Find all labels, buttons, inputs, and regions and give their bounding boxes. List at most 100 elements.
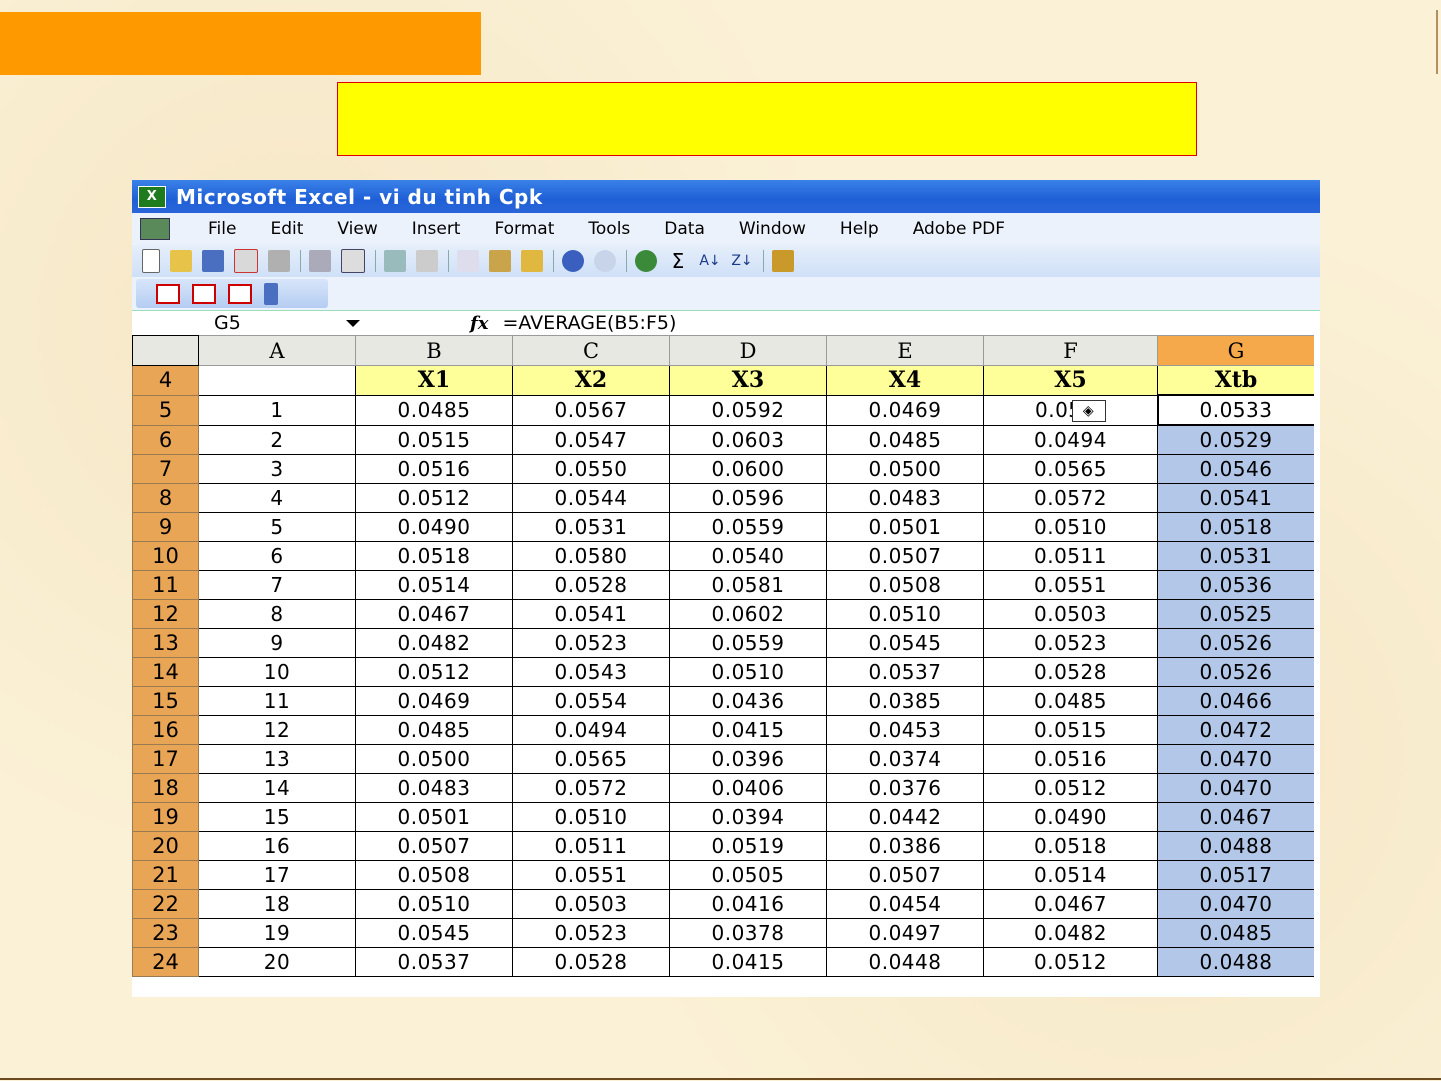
cell[interactable]: 0.0528 — [512, 947, 670, 977]
cell[interactable]: 0.0545 — [355, 918, 513, 948]
convert-and-review-pdf-icon[interactable] — [228, 283, 252, 304]
row-header[interactable]: 16 — [132, 715, 199, 745]
column-header-g[interactable]: G — [1157, 335, 1315, 366]
cell[interactable]: 0.0592 — [669, 394, 827, 426]
cell[interactable]: 2 — [198, 424, 356, 455]
cell[interactable]: 0.0396 — [669, 744, 827, 774]
cell[interactable]: 0.0505 — [669, 860, 827, 890]
cell[interactable]: 7 — [198, 570, 356, 600]
row-header[interactable]: 11 — [132, 570, 199, 600]
insert-function-icon[interactable]: fx — [470, 313, 488, 334]
cell[interactable]: 0.0565 — [983, 454, 1158, 484]
cell[interactable]: 0.0385 — [826, 686, 984, 716]
cell[interactable]: 6 — [198, 541, 356, 571]
cell[interactable]: 0.0483 — [355, 773, 513, 803]
error-check-icon[interactable]: ◈ — [1071, 400, 1106, 423]
row-header[interactable]: 13 — [132, 628, 199, 658]
selected-cell[interactable]: 0.0470 — [1157, 889, 1315, 919]
cell[interactable]: 0.0540 — [669, 541, 827, 571]
cell[interactable]: 0.0514 — [355, 570, 513, 600]
research-icon[interactable] — [384, 250, 406, 272]
selected-cell[interactable]: 0.0467 — [1157, 802, 1315, 832]
hyperlink-icon[interactable] — [635, 250, 657, 272]
cell[interactable]: 10 — [198, 657, 356, 687]
cell[interactable]: 0.0510 — [512, 802, 670, 832]
header-cell[interactable] — [198, 365, 356, 396]
cell[interactable]: 0.0467 — [983, 889, 1158, 919]
cell[interactable]: 0.0514 — [983, 860, 1158, 890]
cell[interactable]: 0.0567 — [512, 394, 670, 426]
cell[interactable]: 0.0378 — [669, 918, 827, 948]
cell[interactable]: 15 — [198, 802, 356, 832]
cell[interactable]: 0.0518 — [355, 541, 513, 571]
cell[interactable]: 0.0531 — [512, 512, 670, 542]
menu-data[interactable]: Data — [664, 219, 705, 239]
column-header-d[interactable]: D — [669, 335, 827, 366]
cell[interactable]: 12 — [198, 715, 356, 745]
cell[interactable]: 0.0469 — [355, 686, 513, 716]
cell[interactable]: 0.0482 — [983, 918, 1158, 948]
cell[interactable]: 0.0508 — [826, 570, 984, 600]
chart-wizard-icon[interactable] — [772, 250, 794, 272]
menu-tools[interactable]: Tools — [588, 219, 630, 239]
cell[interactable]: 0.0523 — [983, 628, 1158, 658]
cell[interactable]: 0.0415 — [669, 715, 827, 745]
selected-cell[interactable]: 0.0470 — [1157, 773, 1315, 803]
cell[interactable]: 0.0580 — [512, 541, 670, 571]
active-cell[interactable]: 0.0533 — [1156, 394, 1316, 426]
new-icon[interactable] — [142, 249, 160, 273]
cell[interactable]: 0.0482 — [355, 628, 513, 658]
select-all-corner[interactable] — [132, 335, 199, 366]
cell[interactable]: 8 — [198, 599, 356, 629]
cell[interactable]: 9 — [198, 628, 356, 658]
header-cell[interactable]: X4 — [826, 365, 984, 396]
cell[interactable]: 0.0448 — [826, 947, 984, 977]
cell[interactable]: 18 — [198, 889, 356, 919]
header-cell[interactable]: X5 — [983, 365, 1158, 396]
row-header[interactable]: 20 — [132, 831, 199, 861]
row-header[interactable]: 12 — [132, 599, 199, 629]
cell[interactable]: 0.0547 — [512, 424, 670, 455]
menu-help[interactable]: Help — [840, 219, 879, 239]
row-header[interactable]: 18 — [132, 773, 199, 803]
column-header-f[interactable]: F — [983, 335, 1158, 366]
menu-insert[interactable]: Insert — [412, 219, 461, 239]
menu-format[interactable]: Format — [494, 219, 554, 239]
cell[interactable]: 0.0416 — [669, 889, 827, 919]
cell[interactable]: 0.0508 — [355, 860, 513, 890]
selected-cell[interactable]: 0.0526 — [1157, 657, 1315, 687]
cell[interactable]: 0.0507 — [355, 831, 513, 861]
cell[interactable]: 0.0415 — [669, 947, 827, 977]
menu-file[interactable]: File — [208, 219, 236, 239]
row-header[interactable]: 8 — [132, 483, 199, 513]
column-header-c[interactable]: C — [512, 335, 670, 366]
header-cell[interactable]: Xtb — [1157, 365, 1315, 396]
cell[interactable]: 5 — [198, 512, 356, 542]
format-painter-icon[interactable] — [521, 250, 543, 272]
row-header[interactable]: 14 — [132, 657, 199, 687]
cell[interactable]: 0.0376 — [826, 773, 984, 803]
cell[interactable]: 0.0554 — [512, 686, 670, 716]
cell[interactable]: 0.0454 — [826, 889, 984, 919]
cell[interactable]: 0.0512 — [355, 657, 513, 687]
sort-descending-icon[interactable]: Z↓ — [731, 250, 753, 272]
cell[interactable]: 13 — [198, 744, 356, 774]
cell[interactable]: 0.0510 — [669, 657, 827, 687]
undo-icon[interactable] — [562, 250, 584, 272]
chevron-down-icon[interactable] — [346, 320, 360, 327]
cell[interactable]: 0.0494 — [983, 424, 1158, 455]
cell[interactable]: 0.0545 — [826, 628, 984, 658]
cell[interactable]: 0.0453 — [826, 715, 984, 745]
save-icon[interactable] — [202, 250, 224, 272]
cell[interactable]: 0.0436 — [669, 686, 827, 716]
cell[interactable]: 0.0541 — [512, 599, 670, 629]
row-header[interactable]: 21 — [132, 860, 199, 890]
cell[interactable]: 0.0406 — [669, 773, 827, 803]
selected-cell[interactable]: 0.0472 — [1157, 715, 1315, 745]
cell[interactable]: 0.0565 — [512, 744, 670, 774]
cell[interactable]: 0.0467 — [355, 599, 513, 629]
cell[interactable]: 0.0512 — [983, 947, 1158, 977]
cell[interactable]: 0.0550 — [512, 454, 670, 484]
cell[interactable]: 0.0572 — [512, 773, 670, 803]
selected-cell[interactable]: 0.0518 — [1157, 512, 1315, 542]
